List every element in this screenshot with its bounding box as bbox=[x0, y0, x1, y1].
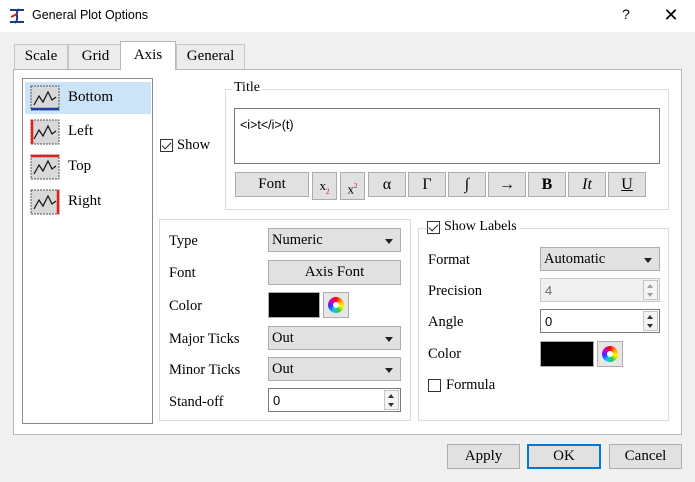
spin-up-icon bbox=[388, 394, 394, 398]
cancel-button[interactable]: Cancel bbox=[609, 444, 682, 469]
color-wheel-icon bbox=[602, 346, 618, 362]
axis-item-bottom[interactable]: Bottom bbox=[25, 82, 151, 114]
close-button[interactable]: ✕ bbox=[661, 5, 681, 25]
chevron-down-icon bbox=[385, 239, 393, 244]
arrow-symbols-button[interactable]: → bbox=[488, 172, 526, 197]
type-select[interactable]: Numeric bbox=[268, 228, 401, 252]
superscript-mark: 2 bbox=[354, 182, 358, 190]
title-bar: General Plot Options ? ✕ bbox=[0, 0, 695, 32]
axis-item-label: Left bbox=[68, 123, 93, 139]
angle-value: 0 bbox=[545, 314, 553, 329]
axis-color-picker-button[interactable] bbox=[323, 292, 349, 318]
ok-button[interactable]: OK bbox=[527, 444, 601, 469]
title-text-input[interactable]: <i>t</i>(t) bbox=[234, 108, 660, 164]
angle-label: Angle bbox=[428, 314, 464, 330]
axis-item-right[interactable]: Right bbox=[25, 186, 151, 218]
label-color-swatch[interactable] bbox=[540, 341, 594, 367]
axis-item-label: Bottom bbox=[68, 89, 114, 105]
type-select-value: Numeric bbox=[272, 232, 323, 248]
color-label: Color bbox=[169, 298, 203, 314]
axis-item-top[interactable]: Top bbox=[25, 151, 151, 183]
axis-item-left[interactable]: Left bbox=[25, 116, 151, 148]
show-label: Show bbox=[177, 137, 211, 153]
axis-font-button[interactable]: Axis Font bbox=[268, 260, 401, 285]
apply-button[interactable]: Apply bbox=[447, 444, 520, 469]
help-button[interactable]: ? bbox=[616, 6, 636, 26]
spin-up-icon bbox=[647, 315, 653, 319]
minor-ticks-value: Out bbox=[272, 361, 294, 377]
spin-up-icon bbox=[647, 284, 653, 288]
subscript-mark: 2 bbox=[326, 187, 330, 196]
font-label: Font bbox=[169, 265, 196, 281]
chevron-down-icon bbox=[385, 368, 393, 373]
minor-ticks-select[interactable]: Out bbox=[268, 357, 401, 381]
show-labels-checkbox[interactable] bbox=[427, 221, 440, 234]
major-ticks-label: Major Ticks bbox=[169, 331, 240, 347]
italic-button[interactable]: It bbox=[568, 172, 606, 197]
precision-label: Precision bbox=[428, 283, 482, 299]
window-title: General Plot Options bbox=[32, 8, 149, 22]
label-color-picker-button[interactable] bbox=[597, 341, 623, 367]
axis-bottom-icon bbox=[30, 85, 60, 111]
spin-buttons[interactable] bbox=[643, 280, 658, 300]
formula-checkbox[interactable] bbox=[428, 379, 441, 392]
spin-down-icon bbox=[647, 293, 653, 297]
precision-spinbox[interactable]: 4 bbox=[540, 278, 660, 302]
label-color-label: Color bbox=[428, 346, 462, 362]
major-ticks-select[interactable]: Out bbox=[268, 326, 401, 350]
spin-buttons[interactable] bbox=[643, 311, 658, 331]
underline-button[interactable]: U bbox=[608, 172, 646, 197]
tab-axis[interactable]: Axis bbox=[120, 41, 176, 70]
app-icon bbox=[10, 8, 24, 24]
axis-left-icon bbox=[30, 119, 60, 145]
subscript-button[interactable]: x2 bbox=[312, 172, 337, 200]
format-label: Format bbox=[428, 252, 470, 268]
format-select[interactable]: Automatic bbox=[540, 247, 660, 271]
axis-item-label: Right bbox=[68, 193, 102, 209]
chevron-down-icon bbox=[385, 337, 393, 342]
angle-spinbox[interactable]: 0 bbox=[540, 309, 660, 333]
formula-label: Formula bbox=[446, 377, 496, 393]
axis-right-icon bbox=[30, 189, 60, 215]
axis-item-label: Top bbox=[68, 158, 92, 174]
standoff-spinbox[interactable]: 0 bbox=[268, 388, 401, 412]
axis-list[interactable]: Bottom Left Top Right bbox=[22, 78, 153, 424]
title-font-button[interactable]: Font bbox=[235, 172, 309, 197]
math-symbols-button[interactable]: ∫ bbox=[448, 172, 486, 197]
greek-lowercase-button[interactable]: α bbox=[368, 172, 406, 197]
bold-button[interactable]: B bbox=[528, 172, 566, 197]
precision-value: 4 bbox=[545, 283, 553, 298]
tab-grid[interactable]: Grid bbox=[68, 44, 123, 69]
color-wheel-icon bbox=[328, 297, 344, 313]
standoff-value: 0 bbox=[273, 393, 281, 408]
minor-ticks-label: Minor Ticks bbox=[169, 362, 241, 378]
axis-color-swatch[interactable] bbox=[268, 292, 320, 318]
title-group-legend: Title bbox=[232, 80, 262, 96]
chevron-down-icon bbox=[644, 258, 652, 263]
axis-top-icon bbox=[30, 154, 60, 180]
spin-down-icon bbox=[388, 403, 394, 407]
format-select-value: Automatic bbox=[544, 251, 606, 267]
standoff-label: Stand-off bbox=[169, 394, 224, 410]
major-ticks-value: Out bbox=[272, 330, 294, 346]
superscript-button[interactable]: x2 bbox=[340, 172, 365, 200]
spin-down-icon bbox=[647, 324, 653, 328]
greek-uppercase-button[interactable]: Γ bbox=[408, 172, 446, 197]
type-label: Type bbox=[169, 233, 198, 249]
show-labels-label: Show Labels bbox=[442, 219, 519, 235]
tab-scale[interactable]: Scale bbox=[14, 44, 68, 69]
spin-buttons[interactable] bbox=[384, 390, 399, 410]
show-checkbox[interactable] bbox=[160, 139, 173, 152]
tab-general[interactable]: General bbox=[176, 44, 245, 69]
